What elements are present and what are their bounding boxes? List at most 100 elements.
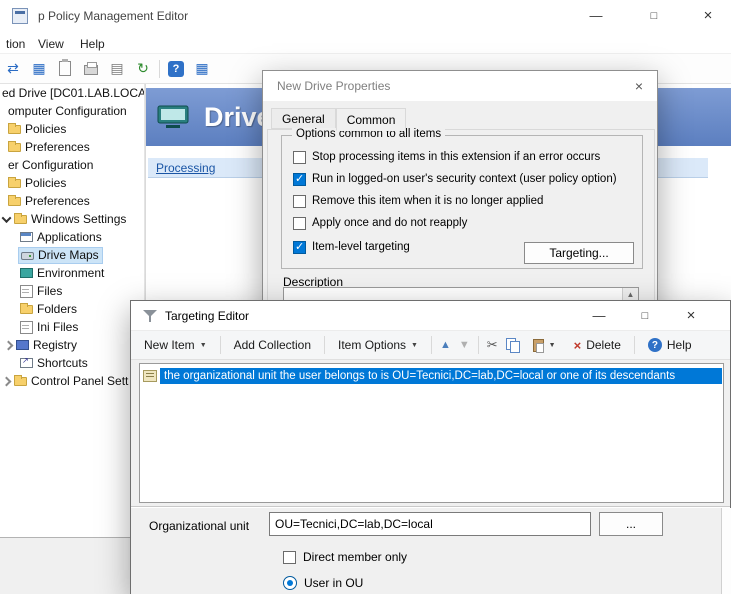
help-icon: ?	[648, 338, 662, 352]
paste-button[interactable]: ▼	[528, 336, 561, 355]
selected-tree-item: Drive Maps	[18, 247, 103, 264]
option-stop-processing[interactable]: Stop processing items in this extension …	[293, 150, 600, 164]
move-up-icon[interactable]: ▲	[440, 339, 451, 351]
tree-item-label: Shortcuts	[37, 356, 88, 370]
minimize-button[interactable]: —	[573, 0, 619, 32]
tree-item-folders[interactable]: Folders	[0, 300, 144, 318]
menu-help[interactable]: Help	[74, 35, 111, 53]
dialog-titlebar[interactable]: Targeting Editor — □ ×	[131, 301, 730, 331]
option-item-level-targeting[interactable]: Item-level targeting	[293, 240, 410, 254]
checkbox[interactable]	[293, 151, 306, 164]
bottom-panel-scrollbar[interactable]	[721, 508, 731, 594]
new-item-label: New Item	[144, 338, 195, 352]
navigation-arrows-icon[interactable]: ⇄	[3, 59, 23, 79]
properties-icon[interactable]: ▤	[107, 59, 127, 79]
dialog-titlebar[interactable]: New Drive Properties ×	[263, 71, 657, 101]
menu-bar: tion View Help	[0, 32, 731, 54]
tree-item-shortcuts[interactable]: Shortcuts	[0, 354, 144, 372]
close-button[interactable]: ×	[676, 301, 706, 331]
option-remove-when-not-applied[interactable]: Remove this item when it is no longer ap…	[293, 194, 543, 208]
tree-item-label: Policies	[25, 176, 66, 190]
minimize-button[interactable]: —	[584, 301, 614, 331]
new-item-button[interactable]: New Item ▼	[139, 335, 212, 355]
item-options-button[interactable]: Item Options ▼	[333, 335, 423, 355]
menu-view[interactable]: View	[32, 35, 70, 53]
delete-button[interactable]: × Delete	[569, 335, 626, 356]
tree-item-ini-files[interactable]: Ini Files	[0, 318, 144, 336]
checkbox[interactable]	[293, 217, 306, 230]
tree-item-label: Windows Settings	[31, 212, 126, 226]
targeting-rule-text[interactable]: the organizational unit the user belongs…	[160, 368, 722, 384]
close-icon[interactable]: ×	[627, 71, 651, 101]
shortcuts-icon	[20, 358, 33, 368]
targeting-button[interactable]: Targeting...	[524, 242, 634, 264]
tree-item-label: Registry	[33, 338, 77, 352]
tree-item-label: Files	[37, 284, 62, 298]
chevron-down-icon: ▼	[411, 342, 418, 349]
printer-icon[interactable]	[81, 59, 101, 79]
tree-item-registry[interactable]: Registry	[0, 336, 144, 354]
cut-icon[interactable]: ✂	[487, 337, 498, 353]
add-collection-button[interactable]: Add Collection	[229, 335, 316, 355]
tree-item-root[interactable]: ed Drive [DC01.LAB.LOCA	[0, 84, 144, 102]
tree-item-drive-maps[interactable]: Drive Maps	[0, 246, 144, 264]
tree-item-label: omputer Configuration	[8, 104, 127, 118]
checkbox[interactable]	[293, 195, 306, 208]
chevron-collapsed-icon[interactable]	[2, 376, 12, 386]
processing-link[interactable]: Processing	[156, 161, 215, 175]
delete-label: Delete	[586, 338, 621, 352]
tree-item-preferences-user[interactable]: Preferences	[0, 192, 144, 210]
tree-item-user-configuration[interactable]: er Configuration	[0, 156, 144, 174]
tree-item-label: Control Panel Sett	[31, 374, 128, 388]
radio-button[interactable]	[283, 576, 297, 590]
maximize-button[interactable]: □	[631, 0, 677, 32]
targeting-editor-dialog: Targeting Editor — □ × New Item ▼ Add Co…	[130, 300, 731, 594]
maximize-button[interactable]: □	[630, 301, 660, 331]
help-label: Help	[667, 338, 692, 352]
drive-banner-icon	[156, 102, 192, 132]
menu-action[interactable]: tion	[0, 35, 31, 53]
checkbox[interactable]	[293, 173, 306, 186]
tab-general[interactable]: General	[271, 108, 336, 129]
checkbox[interactable]	[293, 241, 306, 254]
tree-item-windows-settings[interactable]: Windows Settings	[0, 210, 144, 228]
targeting-rule-row[interactable]: the organizational unit the user belongs…	[143, 367, 722, 385]
tree-item-environment[interactable]: Environment	[0, 264, 144, 282]
window-bottom-area	[0, 537, 145, 594]
browse-ou-button[interactable]: ...	[599, 512, 663, 536]
export-list-icon[interactable]: ▦	[192, 59, 212, 79]
user-in-ou-option[interactable]: User in OU	[283, 576, 363, 590]
tree-item-computer-configuration[interactable]: omputer Configuration	[0, 102, 144, 120]
checkbox[interactable]	[283, 551, 296, 564]
organizational-unit-input[interactable]	[269, 512, 591, 536]
checkbox-label: Direct member only	[303, 550, 407, 564]
item-options-label: Item Options	[338, 338, 406, 352]
tree-item-label: Environment	[37, 266, 104, 280]
help-button[interactable]: ? Help	[643, 335, 697, 355]
tree-item-label: Applications	[37, 230, 102, 244]
copy-icon[interactable]	[506, 338, 520, 352]
tab-common[interactable]: Common	[336, 108, 407, 131]
clipboard-icon[interactable]	[55, 59, 75, 79]
move-down-icon[interactable]: ▼	[459, 339, 470, 351]
direct-member-only-option[interactable]: Direct member only	[283, 550, 407, 564]
window-title: p Policy Management Editor	[38, 9, 188, 23]
chevron-expanded-icon[interactable]	[2, 213, 12, 223]
targeting-rules-list[interactable]: the organizational unit the user belongs…	[139, 363, 724, 503]
option-apply-once[interactable]: Apply once and do not reapply	[293, 216, 467, 230]
console-tree-icon[interactable]: ▦	[29, 59, 49, 79]
files-icon	[20, 285, 33, 298]
help-icon[interactable]: ?	[166, 59, 186, 79]
option-run-in-user-context[interactable]: Run in logged-on user's security context…	[293, 172, 617, 186]
environment-icon	[20, 268, 33, 278]
close-button[interactable]: ×	[685, 0, 731, 32]
refresh-icon[interactable]: ↻	[133, 59, 153, 79]
tree-item-preferences[interactable]: Preferences	[0, 138, 144, 156]
tree-item-files[interactable]: Files	[0, 282, 144, 300]
chevron-collapsed-icon[interactable]	[4, 340, 14, 350]
tree-item-applications[interactable]: Applications	[0, 228, 144, 246]
tree-item-policies-user[interactable]: Policies	[0, 174, 144, 192]
tree-item-control-panel-settings[interactable]: Control Panel Sett	[0, 372, 144, 390]
tree-item-policies[interactable]: Policies	[0, 120, 144, 138]
window-titlebar: p Policy Management Editor — □ ×	[0, 0, 731, 32]
